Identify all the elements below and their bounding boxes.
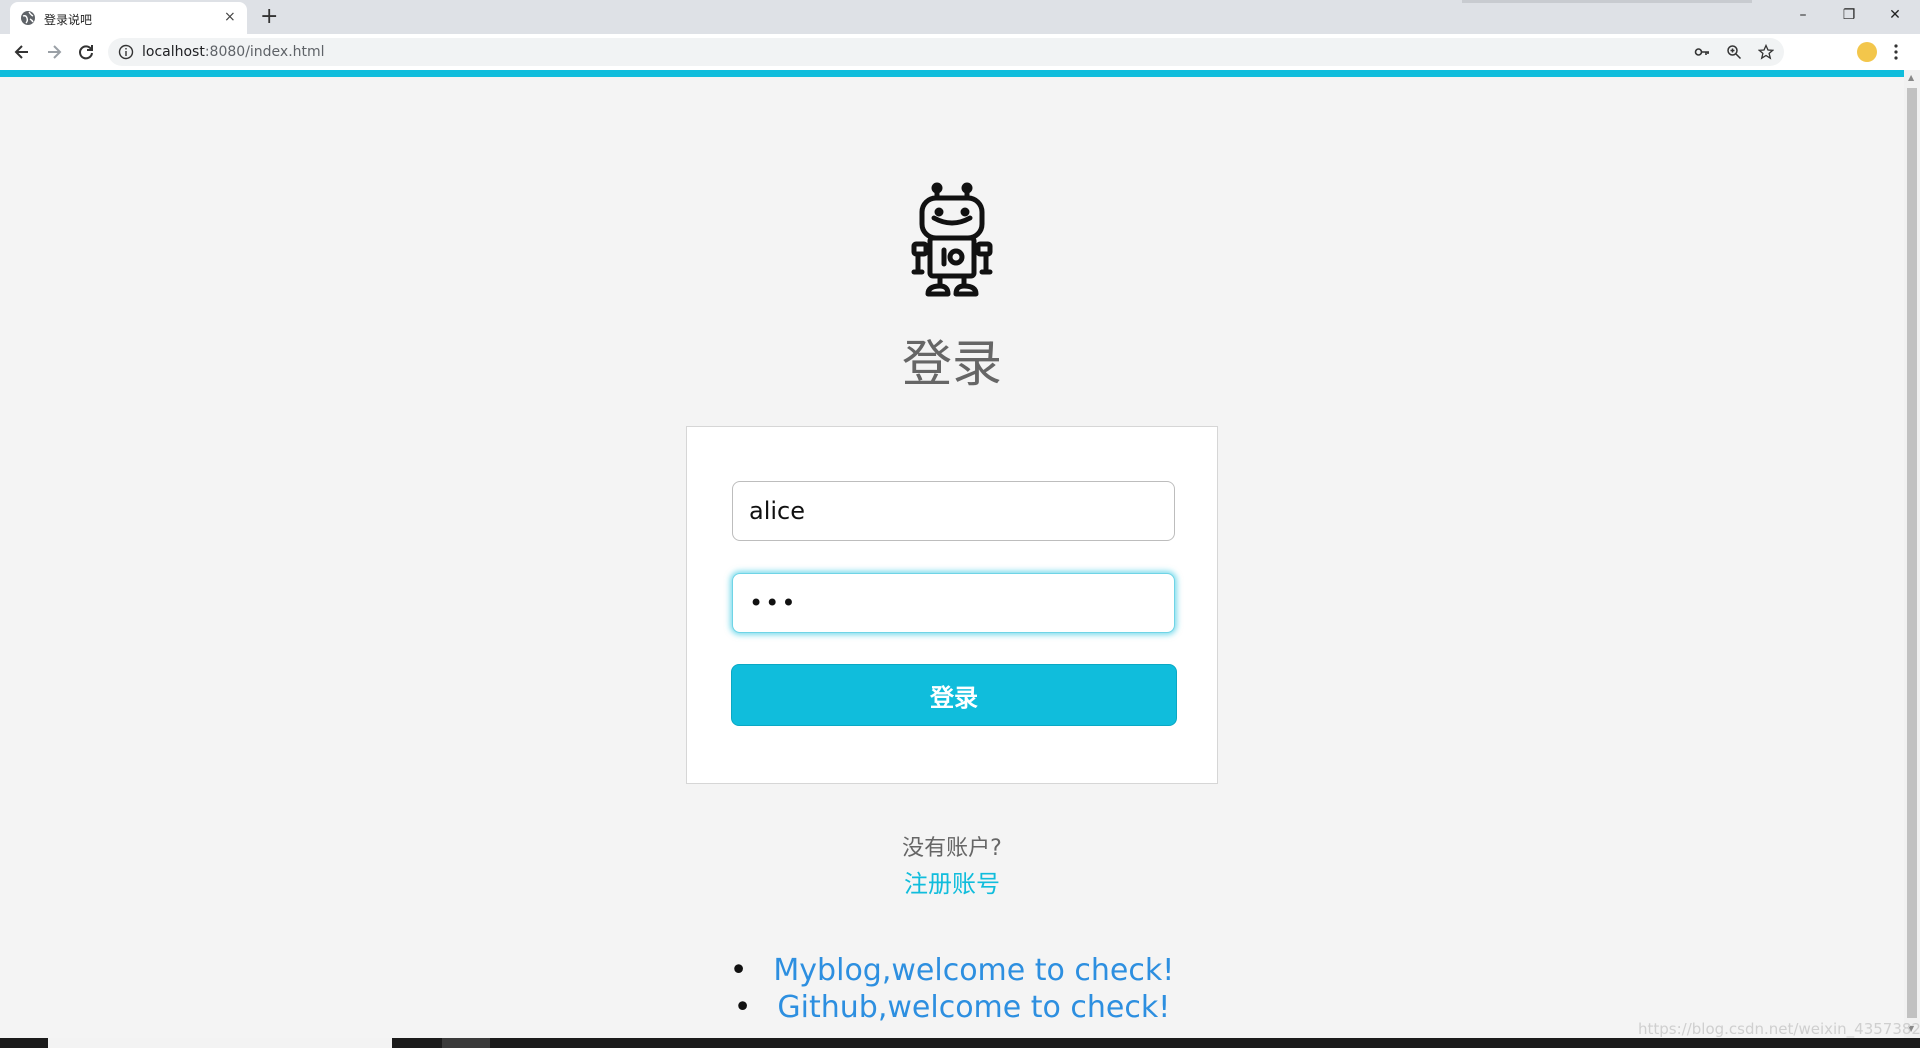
back-icon[interactable]	[12, 42, 32, 62]
username-input[interactable]	[732, 481, 1175, 541]
top-accent-bar	[0, 70, 1904, 77]
restore-button[interactable]: ❐	[1826, 0, 1872, 30]
new-tab-button[interactable]: +	[260, 4, 278, 30]
password-input[interactable]	[732, 573, 1175, 633]
scroll-thumb[interactable]	[1907, 88, 1917, 1018]
register-link[interactable]: 注册账号	[0, 864, 1904, 899]
external-links: Myblog,welcome to check! Github,welcome …	[0, 952, 1904, 1026]
page-title: 登录	[902, 335, 1002, 393]
bookmark-star-icon[interactable]	[1758, 44, 1774, 60]
url-path: :8080/index.html	[204, 44, 325, 60]
profile-avatar[interactable]	[1857, 42, 1877, 62]
globe-icon	[21, 11, 35, 25]
tab-strip-shadow	[1462, 0, 1752, 3]
close-window-button[interactable]: ✕	[1872, 0, 1918, 30]
myblog-link[interactable]: Myblog,welcome to check!	[0, 952, 1904, 989]
url-host: localhost	[142, 44, 205, 60]
key-icon[interactable]	[1694, 44, 1710, 60]
tab-title: 登录说吧	[44, 13, 93, 27]
login-form: 登录	[686, 426, 1218, 784]
scroll-up-icon[interactable]: ▲	[1908, 73, 1914, 82]
info-icon[interactable]	[118, 44, 134, 60]
tab-close-button[interactable]: ×	[224, 9, 236, 25]
browser-toolbar: localhost:8080/index.html	[0, 34, 1920, 70]
minimize-button[interactable]: –	[1780, 0, 1826, 30]
taskbar-item[interactable]	[48, 1038, 392, 1048]
page-scrollbar[interactable]: ▲ ▼	[1904, 70, 1920, 1038]
taskbar-item[interactable]	[442, 1038, 490, 1048]
reload-icon[interactable]	[76, 42, 96, 62]
browser-tab[interactable]: 登录说吧 ×	[10, 2, 247, 34]
github-link[interactable]: Github,welcome to check!	[0, 989, 1904, 1026]
url-text[interactable]: localhost:8080/index.html	[142, 44, 325, 60]
robot-icon	[911, 182, 993, 297]
address-bar[interactable]: localhost:8080/index.html	[108, 38, 1784, 66]
no-account-text: 没有账户?	[902, 836, 1002, 861]
browser-tabstrip: 登录说吧 × + – ❐ ✕	[0, 0, 1920, 34]
menu-dots-icon[interactable]	[1893, 42, 1899, 62]
login-button[interactable]: 登录	[731, 664, 1177, 726]
forward-icon[interactable]	[44, 42, 64, 62]
watermark: https://blog.csdn.net/weixin_43573824	[1638, 1020, 1920, 1038]
zoom-icon[interactable]	[1726, 44, 1742, 60]
